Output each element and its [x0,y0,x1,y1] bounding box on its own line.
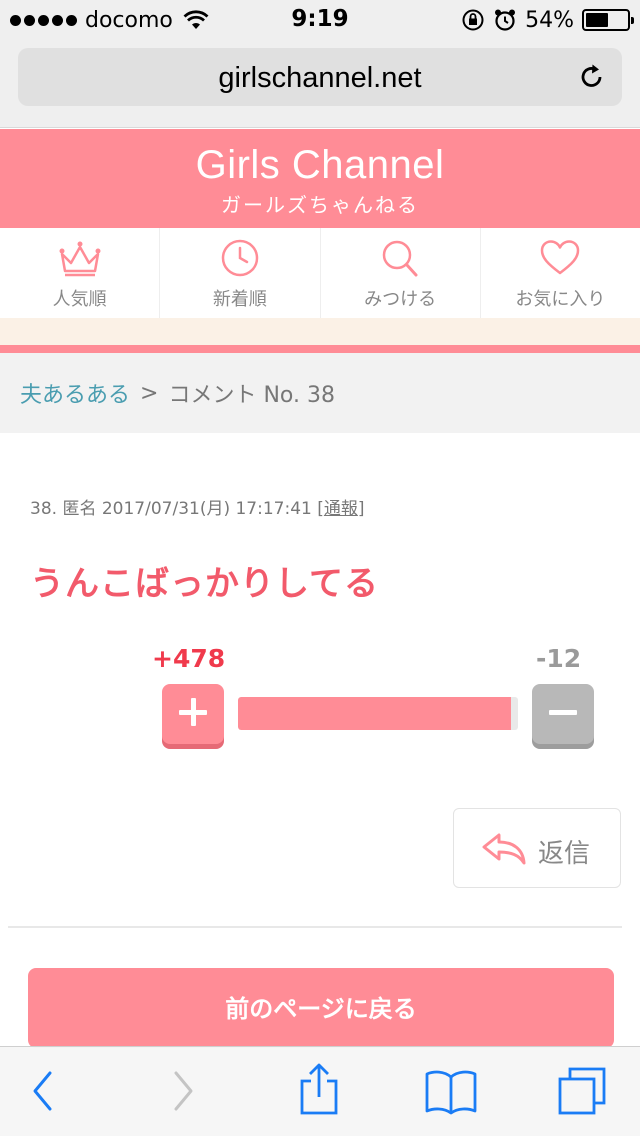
address-bar[interactable]: girlschannel.net [18,48,622,106]
nav-label: お気に入り [515,289,606,310]
header-divider [0,345,640,353]
crown-icon [59,241,101,277]
alarm-icon [495,9,516,31]
nav-item-new[interactable]: 新着順 [160,228,321,318]
share-icon[interactable] [298,1063,340,1117]
minus-count: -12 [536,644,582,673]
nav-item-popular[interactable]: 人気順 [0,228,161,318]
bookmarks-icon[interactable] [424,1067,478,1115]
vote-ratio-bar [238,697,518,730]
site-logo-subtitle: ガールズちゃんねる [221,193,419,217]
divider [8,926,622,928]
status-bar: docomo 9:19 54% [0,0,640,40]
nav-item-favorites[interactable]: お気に入り [481,228,640,318]
reply-button[interactable]: 返信 [453,808,621,888]
nav-label: 新着順 [212,289,267,310]
minus-vote-button[interactable] [532,684,594,744]
status-right: 54% [461,6,634,34]
nav-label: みつける [364,289,437,310]
back-arrow-icon[interactable] [30,1069,56,1113]
site-header[interactable]: Girls Channel ガールズちゃんねる [0,129,640,228]
comment-meta: 38. 匿名 2017/07/31(月) 17:17:41 [通報] [30,494,365,519]
battery-icon [582,9,634,31]
forward-arrow-icon[interactable] [170,1069,196,1113]
vote-ratio-fill [238,697,512,730]
back-page-button[interactable]: 前のページに戻る [28,968,614,1048]
plus-vote-button[interactable] [162,684,224,744]
search-icon [382,240,418,277]
rotation-lock-icon [462,9,484,31]
nav-item-find[interactable]: みつける [321,228,481,318]
reload-icon[interactable] [578,63,606,91]
report-link[interactable]: 通報 [324,499,358,519]
reply-icon [482,833,526,865]
minus-icon [549,710,577,715]
plus-count: +478 [152,644,226,673]
clock-icon [221,239,259,277]
comment-meta-end: ] [357,499,365,519]
comment-body: うんこばっかりしてる [30,564,379,604]
comment-meta-text: 38. 匿名 2017/07/31(月) 17:17:41 [ [30,499,324,519]
main-nav: 人気順 新着順 みつける お気に入り [0,228,640,318]
url-text[interactable]: girlschannel.net [18,62,622,95]
breadcrumb-current: コメント No. 38 [168,383,335,408]
announcement-bar [0,318,640,345]
breadcrumb-separator: > [140,380,159,406]
browser-toolbar: girlschannel.net [0,40,640,128]
heart-icon [541,240,580,275]
browser-bottom-toolbar [0,1046,640,1136]
reply-label: 返信 [538,839,591,869]
breadcrumb: 夫あるある > コメント No. 38 [0,353,640,433]
tabs-icon[interactable] [556,1065,608,1117]
nav-label: 人気順 [52,289,107,310]
battery-percent: 54% [525,7,574,33]
breadcrumb-topic-link[interactable]: 夫あるある [20,377,130,409]
site-logo[interactable]: Girls Channel [0,143,640,188]
